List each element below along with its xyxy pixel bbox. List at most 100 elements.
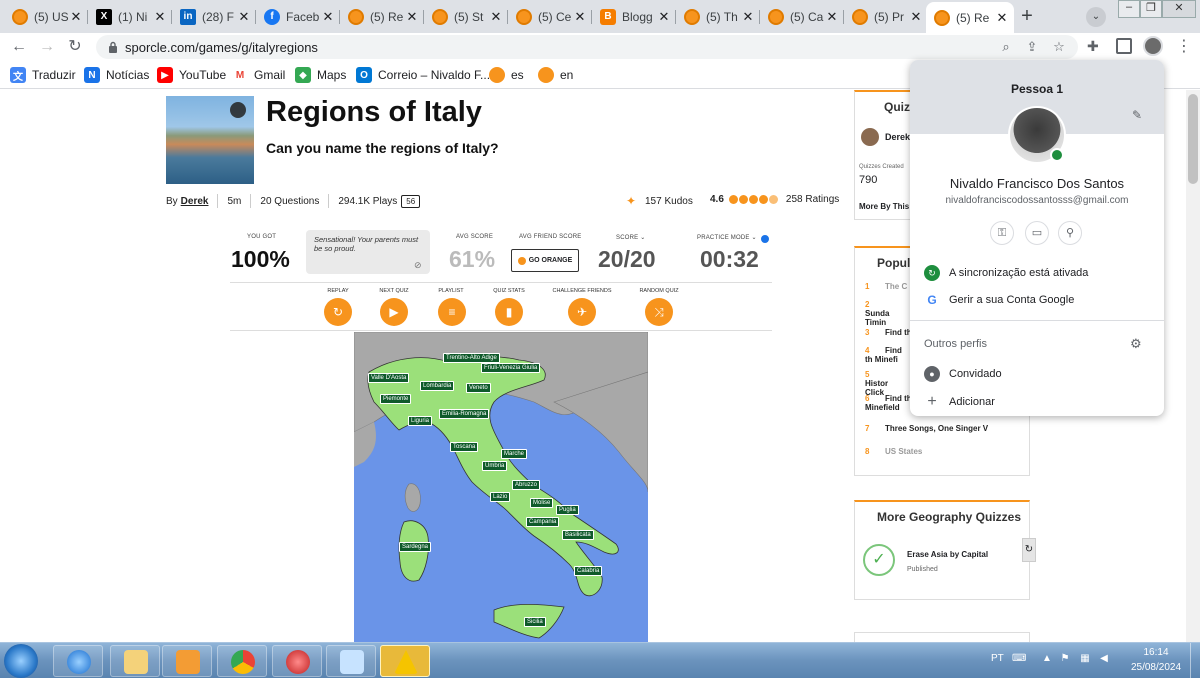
bookmark-es[interactable]: es (489, 67, 524, 83)
guest-profile-row[interactable]: ● Convidado (924, 366, 1002, 382)
add-profile-row[interactable]: + Adicionar (924, 393, 995, 410)
tray-expand-icon[interactable]: ▲ (1040, 653, 1054, 667)
popular-item[interactable]: 1 The C (865, 282, 907, 291)
geo-quiz-link[interactable]: Erase Asia by Capital (907, 550, 988, 559)
new-tab-button[interactable]: + (1016, 6, 1038, 28)
practice-mode-label[interactable]: PRACTICE MODE ⌄ (697, 234, 757, 241)
tab[interactable]: (5) Th ✕ (676, 4, 760, 29)
close-icon[interactable]: ✕ (406, 9, 418, 25)
scrollbar-thumb[interactable] (1188, 94, 1198, 184)
share-icon[interactable]: ⇪ (1024, 39, 1040, 55)
author-link[interactable]: Derek (181, 196, 209, 207)
rating-orb-icon[interactable] (738, 195, 748, 204)
popular-item[interactable]: 5Histor Click (865, 370, 905, 397)
clock-time[interactable]: 16:14 (1131, 647, 1181, 658)
taskbar-explorer[interactable] (110, 645, 160, 677)
action-center-icon[interactable]: ⚑ (1058, 653, 1072, 667)
profile-avatar-button[interactable] (1143, 36, 1163, 56)
tab[interactable]: (5) Pr ✕ (844, 4, 928, 29)
bookmark-star-icon[interactable]: ☆ (1051, 39, 1067, 55)
clock-date[interactable]: 25/08/2024 (1124, 662, 1188, 673)
close-icon[interactable]: ✕ (910, 9, 922, 25)
tab-search-button[interactable]: ⌄ (1086, 7, 1106, 27)
close-icon[interactable]: ✕ (70, 9, 82, 25)
addresses-pin-icon[interactable]: ⚲ (1058, 221, 1082, 245)
tab[interactable]: (5) Ca ✕ (760, 4, 844, 29)
bookmark-youtube[interactable]: ▶ YouTube (157, 67, 226, 83)
more-menu-icon[interactable]: ⋮ (1176, 36, 1192, 56)
go-orange-button[interactable]: GO ORANGE (511, 249, 579, 272)
replay-button[interactable]: ↻ (324, 298, 352, 326)
close-icon[interactable]: ✕ (826, 9, 838, 25)
tab[interactable]: (5) Ce ✕ (508, 4, 592, 29)
rating-orb-icon[interactable] (748, 195, 758, 204)
tab[interactable]: f Faceb ✕ (256, 4, 340, 29)
close-icon[interactable]: ✕ (658, 9, 670, 25)
popular-item[interactable]: 3 Find th (865, 328, 912, 337)
taskbar-chrome[interactable] (217, 645, 267, 677)
taskbar-app[interactable] (272, 645, 322, 677)
taskbar-paint[interactable] (326, 645, 376, 677)
window-minimize-button[interactable]: – (1118, 0, 1140, 18)
bookmark-outlook[interactable]: O Correio – Nivaldo F... (356, 67, 490, 83)
back-button[interactable]: ← (8, 36, 30, 58)
show-desktop-button[interactable] (1190, 643, 1200, 678)
author-name[interactable]: Derek (885, 132, 910, 142)
extensions-icon[interactable]: ✚ (1087, 38, 1105, 56)
rating-orb-icon[interactable] (768, 195, 778, 204)
bookmark-maps[interactable]: ◆ Maps (295, 67, 346, 83)
payment-card-icon[interactable]: ▭ (1025, 221, 1049, 245)
popular-item[interactable]: 2Sunda Timin (865, 300, 905, 327)
tab-active[interactable]: (5) Re ✕ (926, 2, 1014, 33)
tab[interactable]: B Blogg ✕ (592, 4, 676, 29)
quiz-stats-button[interactable]: ▮ (495, 298, 523, 326)
close-icon[interactable]: ✕ (322, 9, 334, 25)
random-quiz-button[interactable]: ⤨ (645, 298, 673, 326)
volume-icon[interactable]: ◀ (1097, 653, 1111, 667)
close-icon[interactable]: ✕ (490, 9, 502, 25)
bookmark-en[interactable]: en (538, 67, 573, 83)
comments-badge[interactable]: 56 (401, 194, 421, 208)
rating-orb-icon[interactable] (758, 195, 768, 204)
refresh-icon[interactable]: ↻ (1022, 538, 1036, 562)
bookmark-news[interactable]: N Notícias (84, 67, 149, 83)
popular-item[interactable]: 8 US States (865, 447, 922, 456)
close-icon[interactable]: ✕ (574, 9, 586, 25)
tab[interactable]: (5) Re ✕ (340, 4, 424, 29)
taskbar-ie[interactable] (53, 645, 103, 677)
rating-orb-icon[interactable] (728, 195, 738, 204)
start-button[interactable] (4, 644, 38, 678)
bookmark-translate[interactable]: 文 Traduzir (10, 67, 76, 83)
close-icon[interactable]: ✕ (154, 9, 166, 25)
close-icon[interactable]: ✕ (742, 9, 754, 25)
more-by-link[interactable]: More By This (859, 202, 909, 211)
edit-pencil-icon[interactable]: ✎ (1132, 108, 1142, 122)
sync-status-row[interactable]: ↻ A sincronização está ativada (924, 265, 1088, 281)
tab[interactable]: (5) St ✕ (424, 4, 508, 29)
close-icon[interactable]: ✕ (238, 9, 250, 25)
taskbar-warning[interactable] (380, 645, 430, 677)
window-close-button[interactable]: ✕ (1162, 0, 1196, 18)
passwords-key-icon[interactable]: ⚿ (990, 221, 1014, 245)
language-indicator[interactable]: PT (991, 653, 1004, 664)
keyboard-icon[interactable]: ⌨ (1012, 653, 1026, 667)
zoom-icon[interactable]: ⌕ (998, 39, 1014, 55)
manage-account-row[interactable]: G Gerir a sua Conta Google (924, 292, 1074, 308)
forward-button[interactable]: → (36, 36, 58, 58)
reload-button[interactable]: ↻ (64, 36, 86, 58)
hide-icon[interactable]: ⊘ (414, 260, 422, 271)
tab[interactable]: (5) US ✕ (4, 4, 88, 29)
close-icon[interactable]: ✕ (996, 10, 1008, 26)
popular-item[interactable]: 7 Three Songs, One Singer V (865, 424, 988, 433)
author-avatar[interactable] (861, 128, 879, 146)
network-icon[interactable]: ▦ (1078, 653, 1092, 667)
popular-item[interactable]: 4 Find th Minefi (865, 346, 905, 364)
gear-icon[interactable]: ⚙ (1130, 336, 1142, 352)
bookmark-gmail[interactable]: M Gmail (232, 67, 285, 83)
tab[interactable]: X (1) Ni ✕ (88, 4, 172, 29)
taskbar-media[interactable] (162, 645, 212, 677)
next-quiz-button[interactable]: ▶ (380, 298, 408, 326)
side-panel-icon[interactable] (1116, 38, 1132, 54)
window-maximize-button[interactable]: ❐ (1140, 0, 1162, 18)
help-icon[interactable] (761, 235, 769, 243)
